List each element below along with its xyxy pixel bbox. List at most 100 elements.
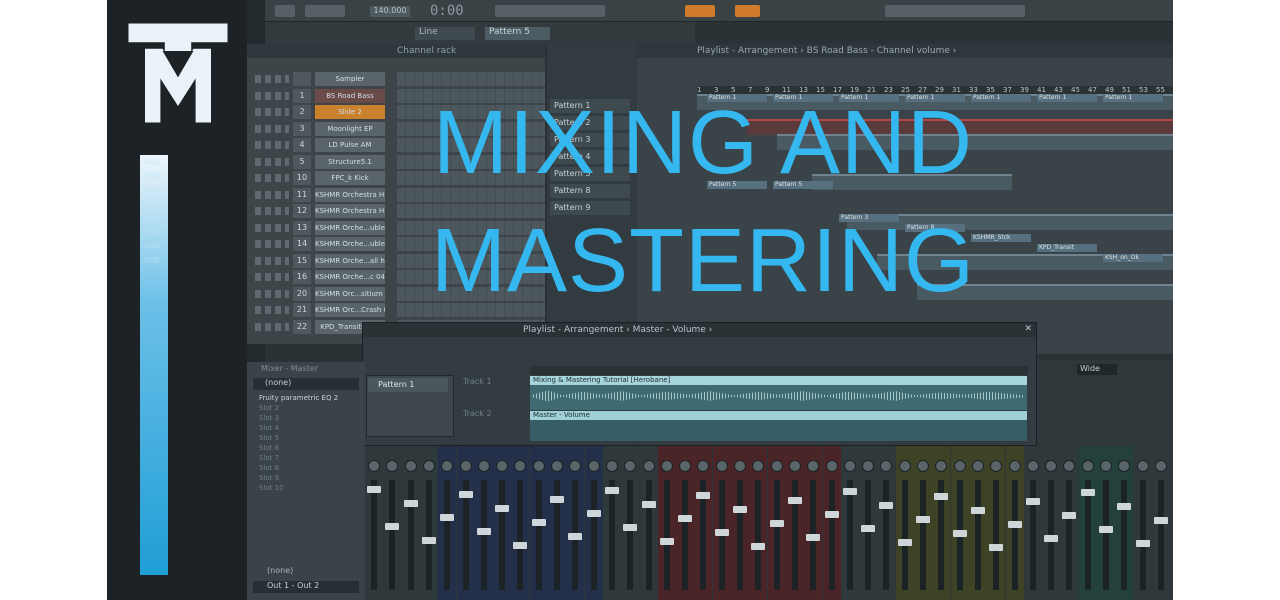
pan-knob[interactable] [1136, 460, 1149, 472]
volume-fader[interactable] [371, 480, 377, 590]
channel-leds[interactable] [255, 108, 289, 116]
channel-number[interactable]: 20 [293, 286, 311, 301]
fader-handle[interactable] [458, 491, 473, 498]
fader-handle[interactable] [861, 525, 876, 532]
fader-handle[interactable] [879, 502, 894, 509]
mixer-track[interactable] [822, 446, 841, 600]
mixer-slot[interactable]: Slot 10 [247, 484, 365, 494]
channel-leds[interactable] [255, 174, 289, 182]
fader-handle[interactable] [367, 486, 381, 493]
fader-handle[interactable] [1099, 526, 1113, 533]
volume-fader[interactable] [901, 480, 908, 590]
pan-knob[interactable] [551, 460, 563, 472]
volume-fader[interactable] [608, 480, 615, 590]
fader-handle[interactable] [1007, 521, 1022, 528]
fader-handle[interactable] [550, 496, 564, 503]
volume-fader[interactable] [682, 480, 689, 590]
mixer-track[interactable] [950, 446, 969, 600]
mixer-track[interactable] [493, 446, 512, 600]
mixer-track[interactable] [932, 446, 951, 600]
fader-handle[interactable] [678, 515, 693, 522]
pan-knob[interactable] [1100, 460, 1112, 472]
pan-knob[interactable] [1118, 460, 1131, 472]
pan-knob[interactable] [935, 460, 948, 472]
pan-knob[interactable] [880, 460, 893, 472]
mixer-track[interactable] [859, 446, 878, 600]
metronome-button[interactable] [735, 5, 760, 17]
pan-knob[interactable] [1026, 460, 1039, 472]
mixer-track[interactable] [1023, 446, 1042, 600]
fader-handle[interactable] [897, 539, 912, 546]
channel-number[interactable]: 13 [293, 220, 311, 235]
volume-fader[interactable] [407, 480, 414, 590]
channel-leds[interactable] [255, 223, 289, 232]
pan-knob[interactable] [660, 460, 673, 472]
channel-leds[interactable] [255, 273, 289, 281]
fader-handle[interactable] [421, 537, 436, 544]
fader-handle[interactable] [1117, 503, 1132, 510]
volume-fader[interactable] [444, 480, 451, 590]
mixer-track[interactable] [785, 446, 804, 600]
pan-knob[interactable] [441, 460, 454, 472]
volume-fader[interactable] [883, 480, 890, 590]
mixer-track[interactable] [474, 446, 493, 600]
fader-handle[interactable] [787, 497, 802, 504]
fader-handle[interactable] [952, 530, 967, 537]
mixer-track[interactable] [731, 446, 749, 600]
pan-knob[interactable] [971, 460, 984, 472]
tool-buttons[interactable] [495, 5, 605, 17]
channel-leds[interactable] [255, 240, 289, 248]
volume-fader[interactable] [1121, 480, 1128, 590]
volume-fader[interactable] [590, 480, 597, 590]
mixer-track[interactable] [602, 446, 621, 600]
channel-number[interactable]: 16 [293, 270, 311, 284]
channel-leds[interactable] [255, 141, 289, 149]
fader-handle[interactable] [440, 514, 455, 521]
pan-knob[interactable] [514, 460, 527, 472]
channel-leds[interactable] [255, 289, 289, 298]
mixer-track[interactable] [767, 446, 786, 600]
fader-handle[interactable] [1080, 489, 1095, 496]
mixer-slot[interactable]: Slot 7 [247, 454, 365, 464]
fader-handle[interactable] [989, 544, 1004, 551]
mixer-track[interactable] [694, 446, 713, 600]
volume-fader[interactable] [425, 480, 432, 590]
volume-fader[interactable] [755, 480, 762, 590]
fader-handle[interactable] [586, 510, 601, 517]
channel-number[interactable]: 21 [293, 303, 311, 317]
volume-fader[interactable] [627, 480, 634, 590]
mixer-track[interactable] [529, 446, 548, 600]
pan-knob[interactable] [532, 460, 545, 472]
channel-number[interactable]: 11 [293, 187, 311, 202]
mixer-slot[interactable]: Slot 8 [247, 464, 365, 474]
channel-number[interactable] [293, 72, 311, 86]
fader-handle[interactable] [714, 529, 729, 536]
channel-number[interactable]: 12 [293, 204, 311, 218]
pan-knob[interactable] [715, 460, 728, 472]
pan-knob[interactable] [422, 460, 435, 472]
fader-handle[interactable] [696, 492, 711, 499]
channel-leds[interactable] [255, 306, 289, 314]
pan-knob[interactable] [587, 460, 600, 472]
fader-handle[interactable] [842, 488, 857, 495]
mixer-track[interactable] [712, 446, 731, 600]
pan-knob[interactable] [862, 460, 875, 472]
channel-leds[interactable] [255, 124, 289, 133]
channel-number[interactable]: 4 [293, 138, 311, 152]
fader-handle[interactable] [385, 523, 400, 530]
fader-handle[interactable] [623, 524, 638, 531]
play-button[interactable] [275, 5, 295, 17]
fader-handle[interactable] [495, 505, 510, 512]
mixer-track[interactable] [548, 446, 566, 600]
volume-fader[interactable] [865, 480, 872, 590]
mixer-track[interactable] [1078, 446, 1097, 600]
mixer-track[interactable] [365, 446, 383, 600]
fader-handle[interactable] [1153, 517, 1168, 524]
pan-knob[interactable] [917, 460, 929, 472]
mixer-track[interactable] [1115, 446, 1134, 600]
pan-knob[interactable] [569, 460, 582, 472]
volume-fader[interactable] [1029, 480, 1036, 590]
mixer-output-select[interactable]: Out 1 - Out 2 [253, 581, 359, 593]
fader-handle[interactable] [1135, 540, 1150, 547]
mixer-slot[interactable]: Slot 9 [247, 474, 365, 484]
